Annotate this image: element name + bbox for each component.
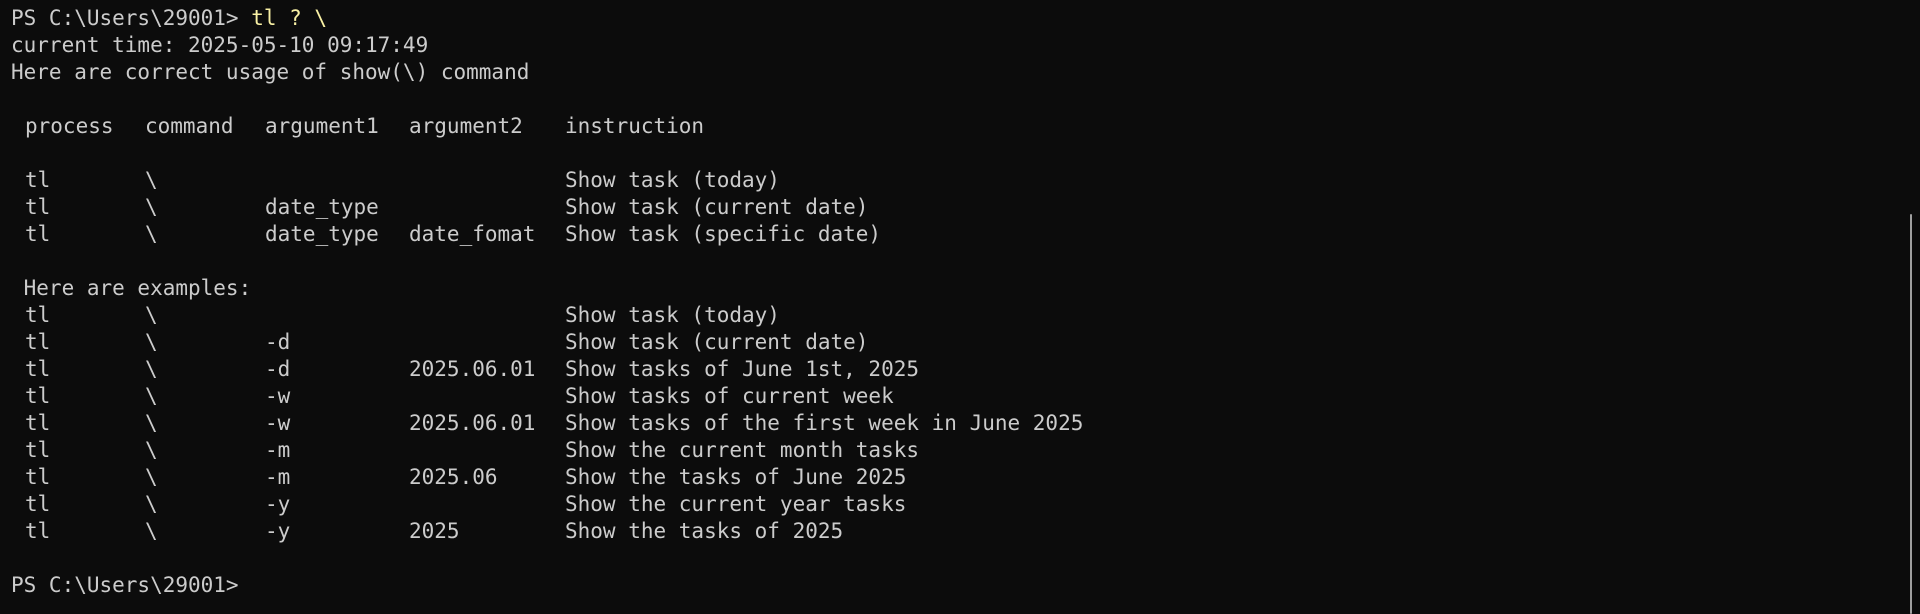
cell-command: \ xyxy=(145,411,158,435)
cell-process: tl xyxy=(25,168,51,192)
cell-argument2: date_fomat xyxy=(409,222,536,246)
cell-process: tl xyxy=(25,195,51,219)
example-row: tl \ -d Show task (current date) xyxy=(0,329,1100,356)
cell-process: tl xyxy=(25,384,51,408)
cell-argument1: date_type xyxy=(265,195,379,219)
cell-command: \ xyxy=(145,330,158,354)
prompt-prefix: PS C:\Users\29001> xyxy=(11,573,239,597)
cell-instruction: Show task (specific date) xyxy=(565,222,882,246)
cell-command: \ xyxy=(145,519,158,543)
cell-command: \ xyxy=(145,195,158,219)
cell-command: \ xyxy=(145,357,158,381)
cell-argument1: -y xyxy=(265,492,291,516)
usage-row: tl \ date_type date_fomat Show task (spe… xyxy=(0,221,1100,248)
cell-instruction: Show the current month tasks xyxy=(565,438,920,462)
cell-process: tl xyxy=(25,438,51,462)
header-argument1: argument1 xyxy=(265,114,379,138)
cell-argument1: -w xyxy=(265,411,291,435)
cell-process: tl xyxy=(25,519,51,543)
cell-command: \ xyxy=(145,465,158,489)
header-command: command xyxy=(145,114,234,138)
cell-process: tl xyxy=(25,411,51,435)
cell-instruction: Show tasks of June 1st, 2025 xyxy=(565,357,920,381)
example-row: tl \ -w 2025.06.01 Show tasks of the fir… xyxy=(0,410,1100,437)
cell-argument1: -d xyxy=(265,330,291,354)
cell-argument1: -m xyxy=(265,438,291,462)
example-row: tl \ -w Show tasks of current week xyxy=(0,383,1100,410)
cell-argument1: -m xyxy=(265,465,291,489)
example-row: tl \ -y Show the current year tasks xyxy=(0,491,1100,518)
cell-command: \ xyxy=(145,438,158,462)
usage-row: tl \ date_type Show task (current date) xyxy=(0,194,1100,221)
cell-instruction: Show task (today) xyxy=(565,168,780,192)
cell-argument2: 2025.06.01 xyxy=(409,411,536,435)
cell-instruction: Show task (current date) xyxy=(565,195,869,219)
cell-instruction: Show the current year tasks xyxy=(565,492,907,516)
current-time-line: current time: 2025-05-10 09:17:49 xyxy=(11,33,429,57)
prompt-prefix: PS C:\Users\29001> xyxy=(11,6,239,30)
example-row: tl \ -m 2025.06 Show the tasks of June 2… xyxy=(0,464,1100,491)
example-row: tl \ Show task (today) xyxy=(0,302,1100,329)
cell-command: \ xyxy=(145,384,158,408)
usage-row: tl \ Show task (today) xyxy=(0,167,1100,194)
vertical-scrollbar-thumb[interactable] xyxy=(1910,214,1912,614)
table-header-row: process command argument1 argument2 inst… xyxy=(0,113,1100,140)
header-process: process xyxy=(25,114,114,138)
entered-command: tl ? \ xyxy=(238,6,328,30)
cell-command: \ xyxy=(145,492,158,516)
cell-process: tl xyxy=(25,303,51,327)
prompt-line: PS C:\Users\29001> tl ? \ xyxy=(11,5,327,32)
cell-process: tl xyxy=(25,222,51,246)
header-argument2: argument2 xyxy=(409,114,523,138)
cell-command: \ xyxy=(145,303,158,327)
example-row: tl \ -d 2025.06.01 Show tasks of June 1s… xyxy=(0,356,1100,383)
cell-argument2: 2025.06.01 xyxy=(409,357,536,381)
cell-argument1: -y xyxy=(265,519,291,543)
cell-command: \ xyxy=(145,222,158,246)
header-instruction: instruction xyxy=(565,114,705,138)
cell-process: tl xyxy=(25,465,51,489)
cell-argument2: 2025 xyxy=(409,519,460,543)
examples-intro-line: Here are examples: xyxy=(11,276,252,300)
cell-argument1: date_type xyxy=(265,222,379,246)
example-row: tl \ -y 2025 Show the tasks of 2025 xyxy=(0,518,1100,545)
cell-argument1: -d xyxy=(265,357,291,381)
cell-instruction: Show the tasks of 2025 xyxy=(565,519,844,543)
cell-instruction: Show tasks of current week xyxy=(565,384,894,408)
cell-argument1: -w xyxy=(265,384,291,408)
cell-instruction: Show tasks of the first week in June 202… xyxy=(565,411,1084,435)
cell-instruction: Show the tasks of June 2025 xyxy=(565,465,907,489)
cell-process: tl xyxy=(25,330,51,354)
usage-intro-line: Here are correct usage of show(\) comman… xyxy=(11,60,530,84)
cell-argument2: 2025.06 xyxy=(409,465,498,489)
cell-process: tl xyxy=(25,357,51,381)
cell-instruction: Show task (current date) xyxy=(565,330,869,354)
terminal-window[interactable]: PS C:\Users\29001> tl ? \ current time: … xyxy=(0,0,1920,614)
cell-command: \ xyxy=(145,168,158,192)
cell-process: tl xyxy=(25,492,51,516)
prompt-line-current[interactable]: PS C:\Users\29001> xyxy=(11,572,239,599)
cell-instruction: Show task (today) xyxy=(565,303,780,327)
example-row: tl \ -m Show the current month tasks xyxy=(0,437,1100,464)
